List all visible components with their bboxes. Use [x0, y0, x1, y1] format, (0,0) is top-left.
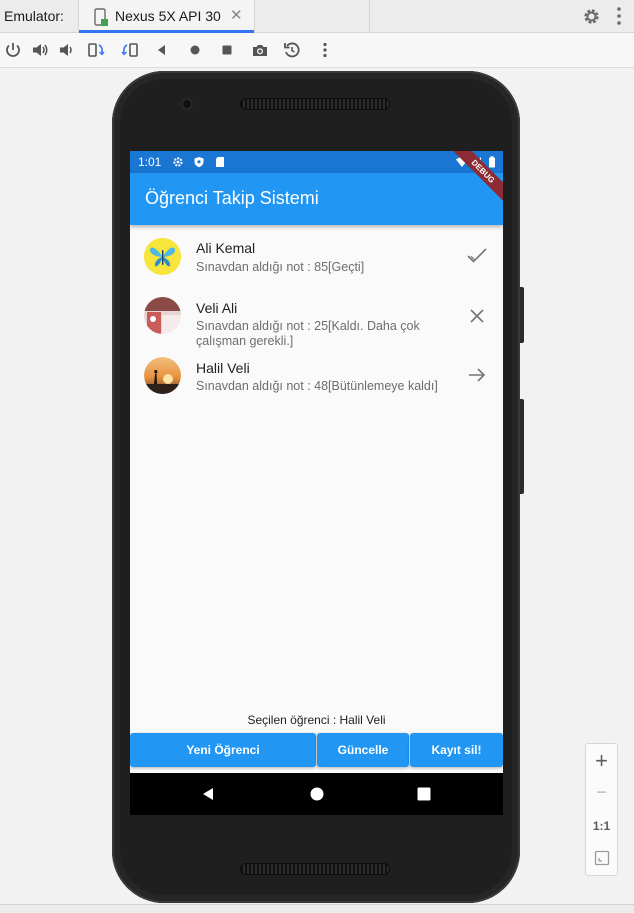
- overview-icon[interactable]: [218, 41, 236, 59]
- emulator-toolbar: [0, 33, 634, 68]
- zoom-controls: + − 1:1: [585, 743, 618, 876]
- zoom-actual-size-button[interactable]: 1:1: [586, 818, 617, 834]
- app-bar: Öğrenci Takip Sistemi: [130, 173, 503, 225]
- nav-back-icon[interactable]: [200, 786, 216, 802]
- student-avatar: [144, 238, 181, 275]
- volume-down-icon[interactable]: [58, 41, 76, 59]
- student-name: Halil Veli: [196, 360, 250, 376]
- tab-title: Nexus 5X API 30: [115, 8, 221, 24]
- student-avatar: [144, 357, 181, 394]
- tab-strip: Emulator: Nexus 5X API 30 ✕: [0, 0, 634, 33]
- front-camera: [181, 98, 193, 110]
- fit-screen-icon[interactable]: [594, 850, 610, 866]
- volume-up-icon[interactable]: [31, 41, 49, 59]
- top-speaker: [240, 98, 390, 110]
- student-list-item[interactable]: Veli Ali Sınavdan aldığı not : 25[Kaldı.…: [130, 292, 503, 348]
- snapshot-icon[interactable]: [283, 41, 301, 59]
- android-nav-bar: [130, 773, 503, 815]
- page-title: Öğrenci Takip Sistemi: [145, 188, 319, 208]
- nav-home-icon[interactable]: [309, 786, 325, 802]
- new-student-button[interactable]: Yeni Öğrenci: [130, 733, 316, 767]
- bottom-speaker: [240, 863, 390, 875]
- gear-icon[interactable]: [582, 7, 601, 26]
- rotate-right-icon[interactable]: [121, 41, 139, 59]
- rotate-left-icon[interactable]: [87, 41, 105, 59]
- update-button[interactable]: Güncelle: [317, 733, 409, 767]
- settings-status-icon: [173, 157, 183, 167]
- delete-button[interactable]: Kayıt sil!: [410, 733, 503, 767]
- status-time: 1:01: [138, 155, 162, 169]
- sd-card-status-icon: [216, 157, 224, 167]
- volume-side-button[interactable]: [520, 399, 524, 494]
- back-icon[interactable]: [153, 41, 171, 59]
- device-screen: 1:01 Öğrenci Takip Sistemi DEBUG Ali Kem…: [130, 151, 503, 815]
- screenshot-icon[interactable]: [251, 41, 269, 59]
- close-icon: [470, 309, 484, 323]
- shield-status-icon: [194, 157, 204, 168]
- status-bar: 1:01: [130, 151, 503, 173]
- student-list-item[interactable]: Halil Veli Sınavdan aldığı not : 48[Bütü…: [130, 351, 503, 403]
- action-button-row: Yeni Öğrenci Güncelle Kayıt sil!: [130, 733, 503, 767]
- selected-student-label: Seçilen öğrenci : Halil Veli: [247, 713, 386, 727]
- sunset-photo-icon: [144, 357, 181, 394]
- power-icon[interactable]: [4, 41, 22, 59]
- zoom-in-button[interactable]: +: [586, 748, 617, 774]
- more-icon[interactable]: [316, 41, 334, 59]
- phone-device-icon: [94, 8, 108, 26]
- tab-nexus-5x[interactable]: Nexus 5X API 30 ✕: [79, 0, 255, 33]
- tab-close-icon[interactable]: ✕: [230, 7, 243, 25]
- power-side-button[interactable]: [520, 287, 524, 343]
- emulator-label: Emulator:: [4, 8, 64, 24]
- student-name: Ali Kemal: [196, 240, 256, 256]
- student-list-item[interactable]: Ali Kemal Sınavdan aldığı not : 85[Geçti…: [130, 233, 503, 283]
- student-name: Veli Ali: [196, 300, 238, 316]
- student-photo-icon: [144, 297, 181, 334]
- student-grade: Sınavdan aldığı not : 48[Bütünlemeye kal…: [196, 379, 438, 393]
- more-vertical-icon[interactable]: [617, 6, 621, 26]
- arrow-right-icon: [469, 368, 486, 382]
- student-grade: Sınavdan aldığı not : 25[Kaldı. Daha çok…: [196, 319, 420, 348]
- zoom-out-button[interactable]: −: [586, 780, 617, 804]
- student-grade: Sınavdan aldığı not : 85[Geçti]: [196, 260, 365, 274]
- nav-overview-icon[interactable]: [416, 786, 432, 802]
- tab-divider-right: [369, 0, 370, 33]
- student-avatar: [144, 297, 181, 334]
- butterfly-icon: [144, 238, 181, 275]
- home-icon[interactable]: [186, 41, 204, 59]
- check-icon: [467, 248, 487, 263]
